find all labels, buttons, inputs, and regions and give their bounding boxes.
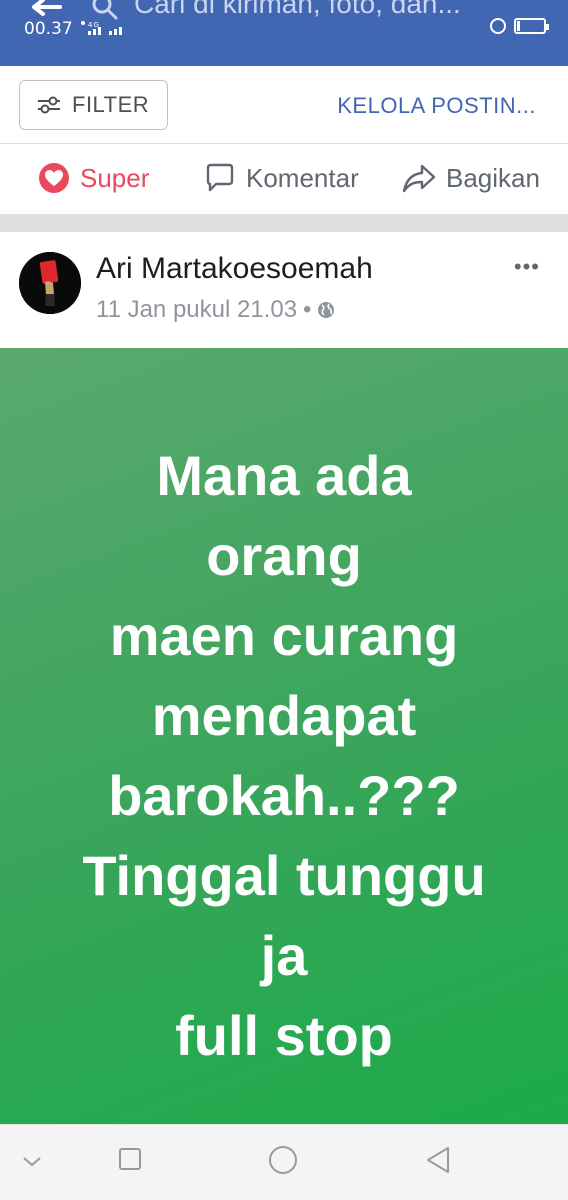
super-reaction-button[interactable]: Super	[38, 162, 149, 194]
share-icon	[402, 164, 436, 193]
signal-icon: 4G	[81, 21, 122, 35]
avatar[interactable]	[19, 252, 81, 314]
post-text-line: Mana ada	[156, 444, 412, 507]
post-text-line: full stop	[175, 1004, 393, 1067]
post-header: Ari Martakoesoemah 11 Jan pukul 21.03 • …	[0, 232, 568, 348]
battery-icon	[514, 18, 549, 34]
post-text-line: maen curang	[109, 604, 459, 667]
meta-separator: •	[303, 296, 312, 323]
super-label: Super	[80, 162, 150, 193]
red-card-picture	[19, 252, 81, 314]
post-meta: 11 Jan pukul 21.03 •	[96, 296, 335, 324]
sliders-icon	[38, 96, 60, 114]
app-bar-bottom	[0, 42, 568, 66]
reaction-bar: Super Komentar Bagikan	[0, 144, 568, 214]
rotation-lock-icon	[490, 18, 506, 34]
heart-icon	[39, 163, 69, 193]
post-text-line: ja	[260, 924, 308, 987]
post-timestamp[interactable]: 11 Jan pukul 21.03	[96, 296, 297, 324]
filter-button[interactable]: FILTER	[19, 80, 168, 130]
status-bar: 00.37 4G	[0, 14, 568, 40]
post-text: Mana ada orang maen curang mendapat baro…	[0, 436, 568, 1076]
share-button[interactable]: Bagikan	[402, 162, 540, 194]
globe-icon	[318, 302, 335, 318]
square-icon[interactable]	[118, 1147, 142, 1171]
post-author[interactable]: Ari Martakoesoemah	[96, 252, 373, 286]
post-text-line: mendapat	[151, 684, 417, 747]
post-text-line: Tinggal tunggu	[82, 844, 486, 907]
chevron-down-icon[interactable]	[22, 1155, 42, 1169]
filter-bar: FILTER KELOLA POSTIN...	[0, 66, 568, 144]
comment-icon	[206, 163, 234, 192]
share-label: Bagikan	[446, 162, 540, 193]
filter-label: FILTER	[72, 92, 150, 117]
triangle-back-icon[interactable]	[424, 1145, 452, 1175]
system-nav-bar	[0, 1124, 568, 1200]
status-time: 00.37	[24, 19, 73, 39]
manage-posts-link[interactable]: KELOLA POSTIN...	[337, 93, 536, 119]
section-divider	[0, 214, 568, 232]
circle-icon[interactable]	[268, 1145, 298, 1175]
post-text-line: barokah..???	[108, 764, 460, 827]
post-content[interactable]: Mana ada orang maen curang mendapat baro…	[0, 348, 568, 1124]
comment-button[interactable]: Komentar	[204, 162, 359, 194]
comment-label: Komentar	[246, 162, 359, 193]
more-options-icon[interactable]: •••	[514, 254, 540, 280]
post-text-line: orang	[206, 524, 362, 587]
